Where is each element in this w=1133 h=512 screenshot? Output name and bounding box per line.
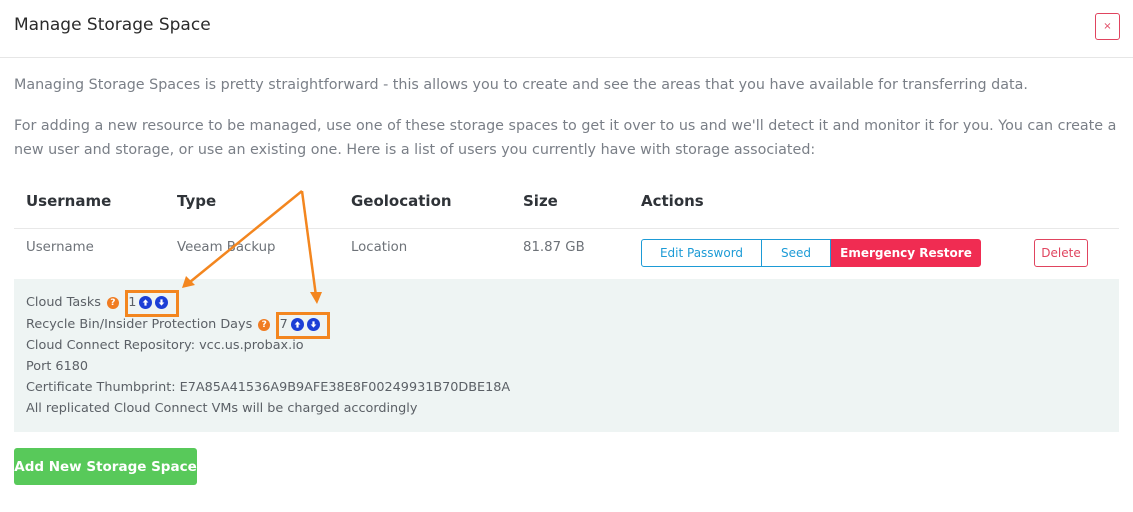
annotation-highlight-box bbox=[125, 290, 179, 317]
thumbprint-line: Certificate Thumbprint: E7A85A41536A9B9A… bbox=[26, 380, 511, 395]
column-header-type: Type bbox=[177, 192, 217, 210]
close-button[interactable]: × bbox=[1095, 13, 1120, 40]
help-icon[interactable]: ? bbox=[258, 318, 271, 331]
cell-username: Username bbox=[26, 240, 94, 255]
storage-details-panel: Cloud Tasks ? :1 Recycle Bin/Insider Pro… bbox=[14, 279, 1119, 432]
cell-size: 81.87 GB bbox=[523, 240, 585, 255]
repository-line: Cloud Connect Repository: vcc.us.probax.… bbox=[26, 338, 304, 353]
modal-title: Manage Storage Space bbox=[14, 15, 211, 35]
add-new-storage-space-button[interactable]: Add New Storage Space bbox=[14, 448, 197, 485]
help-icon[interactable]: ? bbox=[106, 296, 119, 309]
column-header-size: Size bbox=[523, 192, 558, 210]
port-line: Port 6180 bbox=[26, 359, 89, 374]
modal-header: Manage Storage Space × bbox=[0, 0, 1133, 58]
cell-type: Veeam Backup bbox=[177, 240, 276, 255]
column-header-username: Username bbox=[26, 192, 112, 210]
column-header-geolocation: Geolocation bbox=[351, 192, 452, 210]
edit-password-button[interactable]: Edit Password bbox=[641, 239, 762, 267]
recycle-bin-label: Recycle Bin/Insider Protection Days bbox=[26, 317, 253, 332]
intro-paragraph-1: Managing Storage Spaces is pretty straig… bbox=[14, 77, 1028, 93]
table-divider bbox=[14, 228, 1119, 229]
actions-button-group: Edit Password Seed Emergency Restore bbox=[641, 239, 981, 267]
close-icon: × bbox=[1103, 21, 1112, 32]
column-header-actions: Actions bbox=[641, 192, 704, 210]
annotation-highlight-box bbox=[276, 312, 330, 339]
seed-button[interactable]: Seed bbox=[762, 239, 831, 267]
billing-note-line: All replicated Cloud Connect VMs will be… bbox=[26, 401, 418, 416]
delete-button[interactable]: Delete bbox=[1034, 239, 1088, 267]
emergency-restore-button[interactable]: Emergency Restore bbox=[831, 239, 981, 267]
intro-paragraph-2: For adding a new resource to be managed,… bbox=[14, 118, 1117, 158]
cloud-tasks-label: Cloud Tasks bbox=[26, 295, 101, 310]
cell-geolocation: Location bbox=[351, 240, 408, 255]
